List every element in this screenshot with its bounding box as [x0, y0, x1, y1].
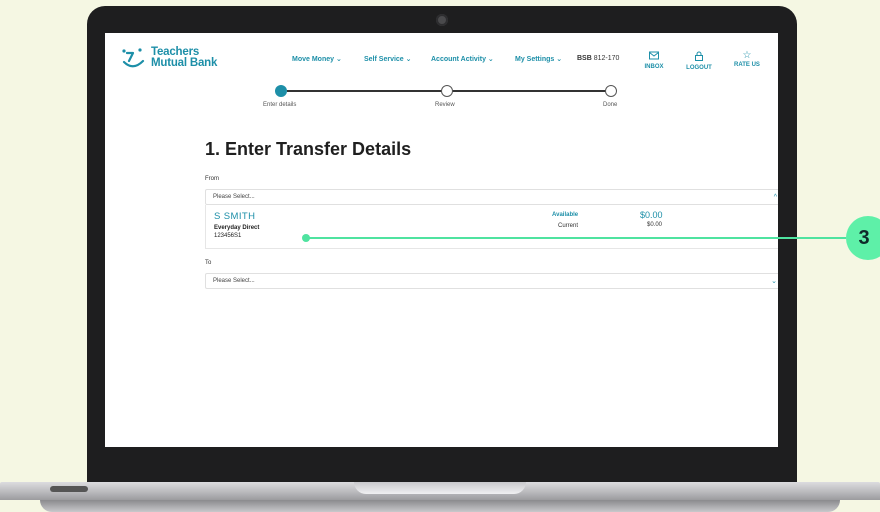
webcam-icon	[436, 14, 448, 26]
nav-move-money[interactable]: Move Money ⌄	[292, 55, 342, 63]
bsb-value: 812-170	[593, 55, 620, 62]
account-holder-name: S SMITH	[214, 211, 256, 222]
to-label: To	[205, 260, 212, 266]
stepper-label-review: Review	[435, 102, 455, 108]
chevron-up-icon: ^	[773, 194, 777, 201]
star-icon: ☆	[742, 50, 752, 61]
stepper-dot-3	[605, 85, 617, 97]
from-account-select[interactable]: Please Select... ^	[205, 189, 778, 205]
lock-icon	[679, 51, 719, 64]
from-select-placeholder: Please Select...	[213, 194, 255, 200]
bsb-label: BSB	[577, 55, 592, 62]
bsb-info: BSB 812-170	[577, 55, 619, 62]
page-title: 1. Enter Transfer Details	[205, 139, 412, 159]
to-account-select[interactable]: Please Select... ⌄	[205, 273, 778, 289]
stepper-label-done: Done	[603, 102, 618, 108]
stepper-line-2	[447, 90, 611, 92]
laptop-base-bottom	[40, 500, 840, 512]
nav-account-activity[interactable]: Account Activity ⌄	[431, 55, 494, 63]
from-label: From	[205, 176, 219, 182]
callout-badge: 3	[846, 216, 880, 260]
current-balance: $0.00	[647, 222, 663, 228]
stepper-label-enter-details: Enter details	[263, 102, 297, 108]
account-type: Everyday Direct	[214, 225, 260, 231]
inbox-button[interactable]: INBOX	[634, 51, 674, 70]
callout-dot	[302, 234, 310, 242]
logout-label: LOGOUT	[686, 65, 712, 71]
account-option[interactable]: S SMITH Everyday Direct 123456S1 Availab…	[205, 205, 778, 249]
rate-us-button[interactable]: ☆ RATE US	[727, 50, 767, 69]
available-balance: $0.00	[640, 210, 663, 220]
current-label: Current	[558, 223, 579, 229]
to-select-placeholder: Please Select...	[213, 278, 255, 284]
account-number: 123456S1	[214, 233, 242, 239]
laptop-slot	[50, 486, 88, 492]
logout-button[interactable]: LOGOUT	[679, 51, 719, 71]
chevron-down-icon: ⌄	[771, 278, 777, 285]
rate-us-label: RATE US	[734, 62, 760, 68]
browser-screen: Teachers Mutual Bank Move Money ⌄ Self S…	[105, 33, 778, 447]
available-label: Available	[552, 212, 579, 218]
nav-my-settings[interactable]: My Settings ⌄	[515, 55, 562, 63]
stepper-line-1	[287, 90, 447, 92]
stepper-dot-1	[275, 85, 287, 97]
nav-self-service[interactable]: Self Service ⌄	[364, 55, 412, 63]
inbox-label: INBOX	[644, 64, 664, 70]
laptop-notch	[354, 482, 526, 494]
main-nav: Move Money ⌄ Self Service ⌄ Account Acti…	[105, 55, 778, 67]
callout-line	[306, 237, 846, 239]
envelope-icon	[634, 51, 674, 63]
stepper-dot-2	[441, 85, 453, 97]
